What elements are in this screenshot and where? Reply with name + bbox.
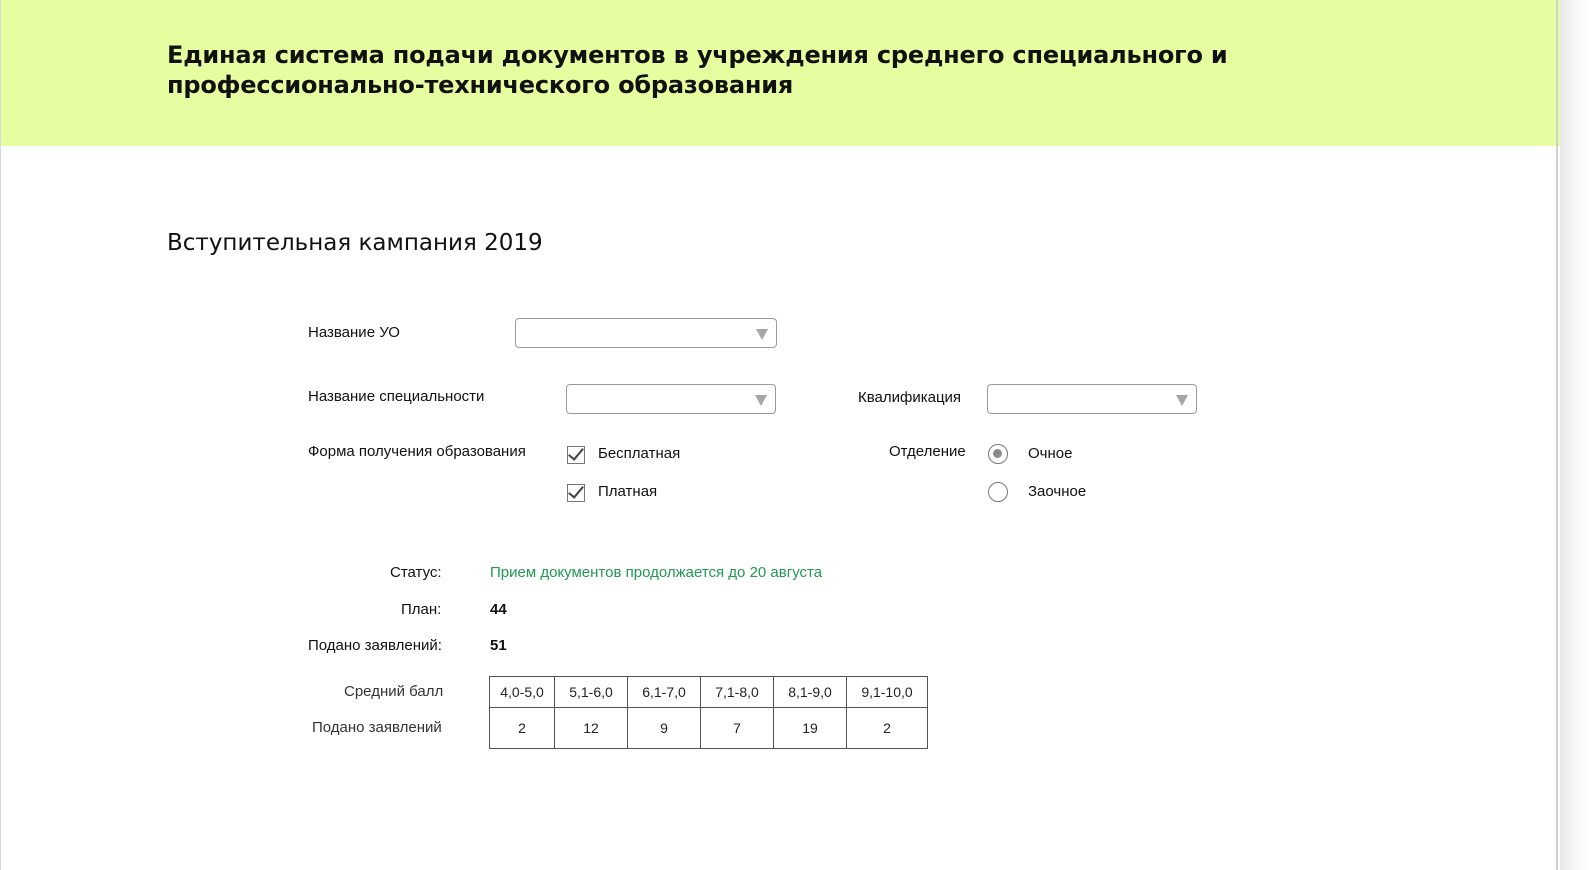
chevron-down-icon (755, 395, 767, 406)
part-time-label: Заочное (1028, 483, 1087, 500)
department-label: Отделение (889, 443, 966, 460)
specialty-label: Название специальности (308, 388, 485, 405)
application-count-cell: 9 (627, 707, 701, 749)
checkmark-icon (568, 444, 584, 461)
submitted-label: Подано заявлений: (308, 637, 442, 654)
site-title: Единая система подачи документов в учреж… (167, 41, 1228, 99)
submitted-value: 51 (490, 637, 507, 654)
institution-label: Название УО (308, 324, 400, 341)
application-count-cell: 2 (846, 707, 928, 749)
score-range-cell: 9,1-10,0 (846, 676, 928, 708)
plan-label: План: (401, 601, 442, 618)
application-count-cell: 12 (554, 707, 628, 749)
application-count-row: 2 12 9 7 19 2 (489, 707, 928, 749)
free-education-checkbox[interactable] (567, 444, 585, 464)
score-range-row: 4,0-5,0 5,1-6,0 6,1-7,0 7,1-8,0 8,1-9,0 … (489, 676, 928, 708)
free-education-label: Бесплатная (598, 445, 681, 462)
status-value: Прием документов продолжается до 20 авгу… (490, 564, 823, 581)
qualification-select[interactable] (987, 384, 1197, 414)
radio-dot-icon (993, 449, 1002, 458)
score-range-cell: 7,1-8,0 (700, 676, 774, 708)
plan-value: 44 (490, 601, 507, 618)
paid-education-checkbox[interactable] (567, 482, 585, 502)
checkmark-icon (568, 482, 584, 499)
score-range-cell: 5,1-6,0 (554, 676, 628, 708)
part-time-radio[interactable] (988, 482, 1008, 502)
paid-education-label: Платная (598, 483, 658, 500)
score-row-label: Средний балл (344, 683, 444, 700)
institution-select[interactable] (515, 318, 777, 348)
page-title: Вступительная кампания 2019 (167, 230, 543, 256)
score-range-cell: 4,0-5,0 (489, 676, 555, 708)
score-range-cell: 6,1-7,0 (627, 676, 701, 708)
application-count-cell: 2 (489, 707, 555, 749)
window-edge (1560, 0, 1593, 870)
status-label: Статус: (390, 564, 442, 581)
score-distribution-table: 4,0-5,0 5,1-6,0 6,1-7,0 7,1-8,0 8,1-9,0 … (489, 676, 928, 749)
count-row-label: Подано заявлений (312, 719, 442, 736)
score-range-cell: 8,1-9,0 (773, 676, 847, 708)
full-time-label: Очное (1028, 445, 1073, 462)
chevron-down-icon (756, 329, 768, 340)
education-form-label: Форма получения образования (308, 443, 526, 460)
chevron-down-icon (1176, 395, 1188, 406)
full-time-radio[interactable] (988, 444, 1008, 464)
qualification-label: Квалификация (858, 389, 962, 406)
page: Единая система подачи документов в учреж… (0, 0, 1593, 870)
application-count-cell: 7 (700, 707, 774, 749)
site-header: Единая система подачи документов в учреж… (0, 0, 1560, 146)
application-count-cell: 19 (773, 707, 847, 749)
specialty-select[interactable] (566, 384, 776, 414)
